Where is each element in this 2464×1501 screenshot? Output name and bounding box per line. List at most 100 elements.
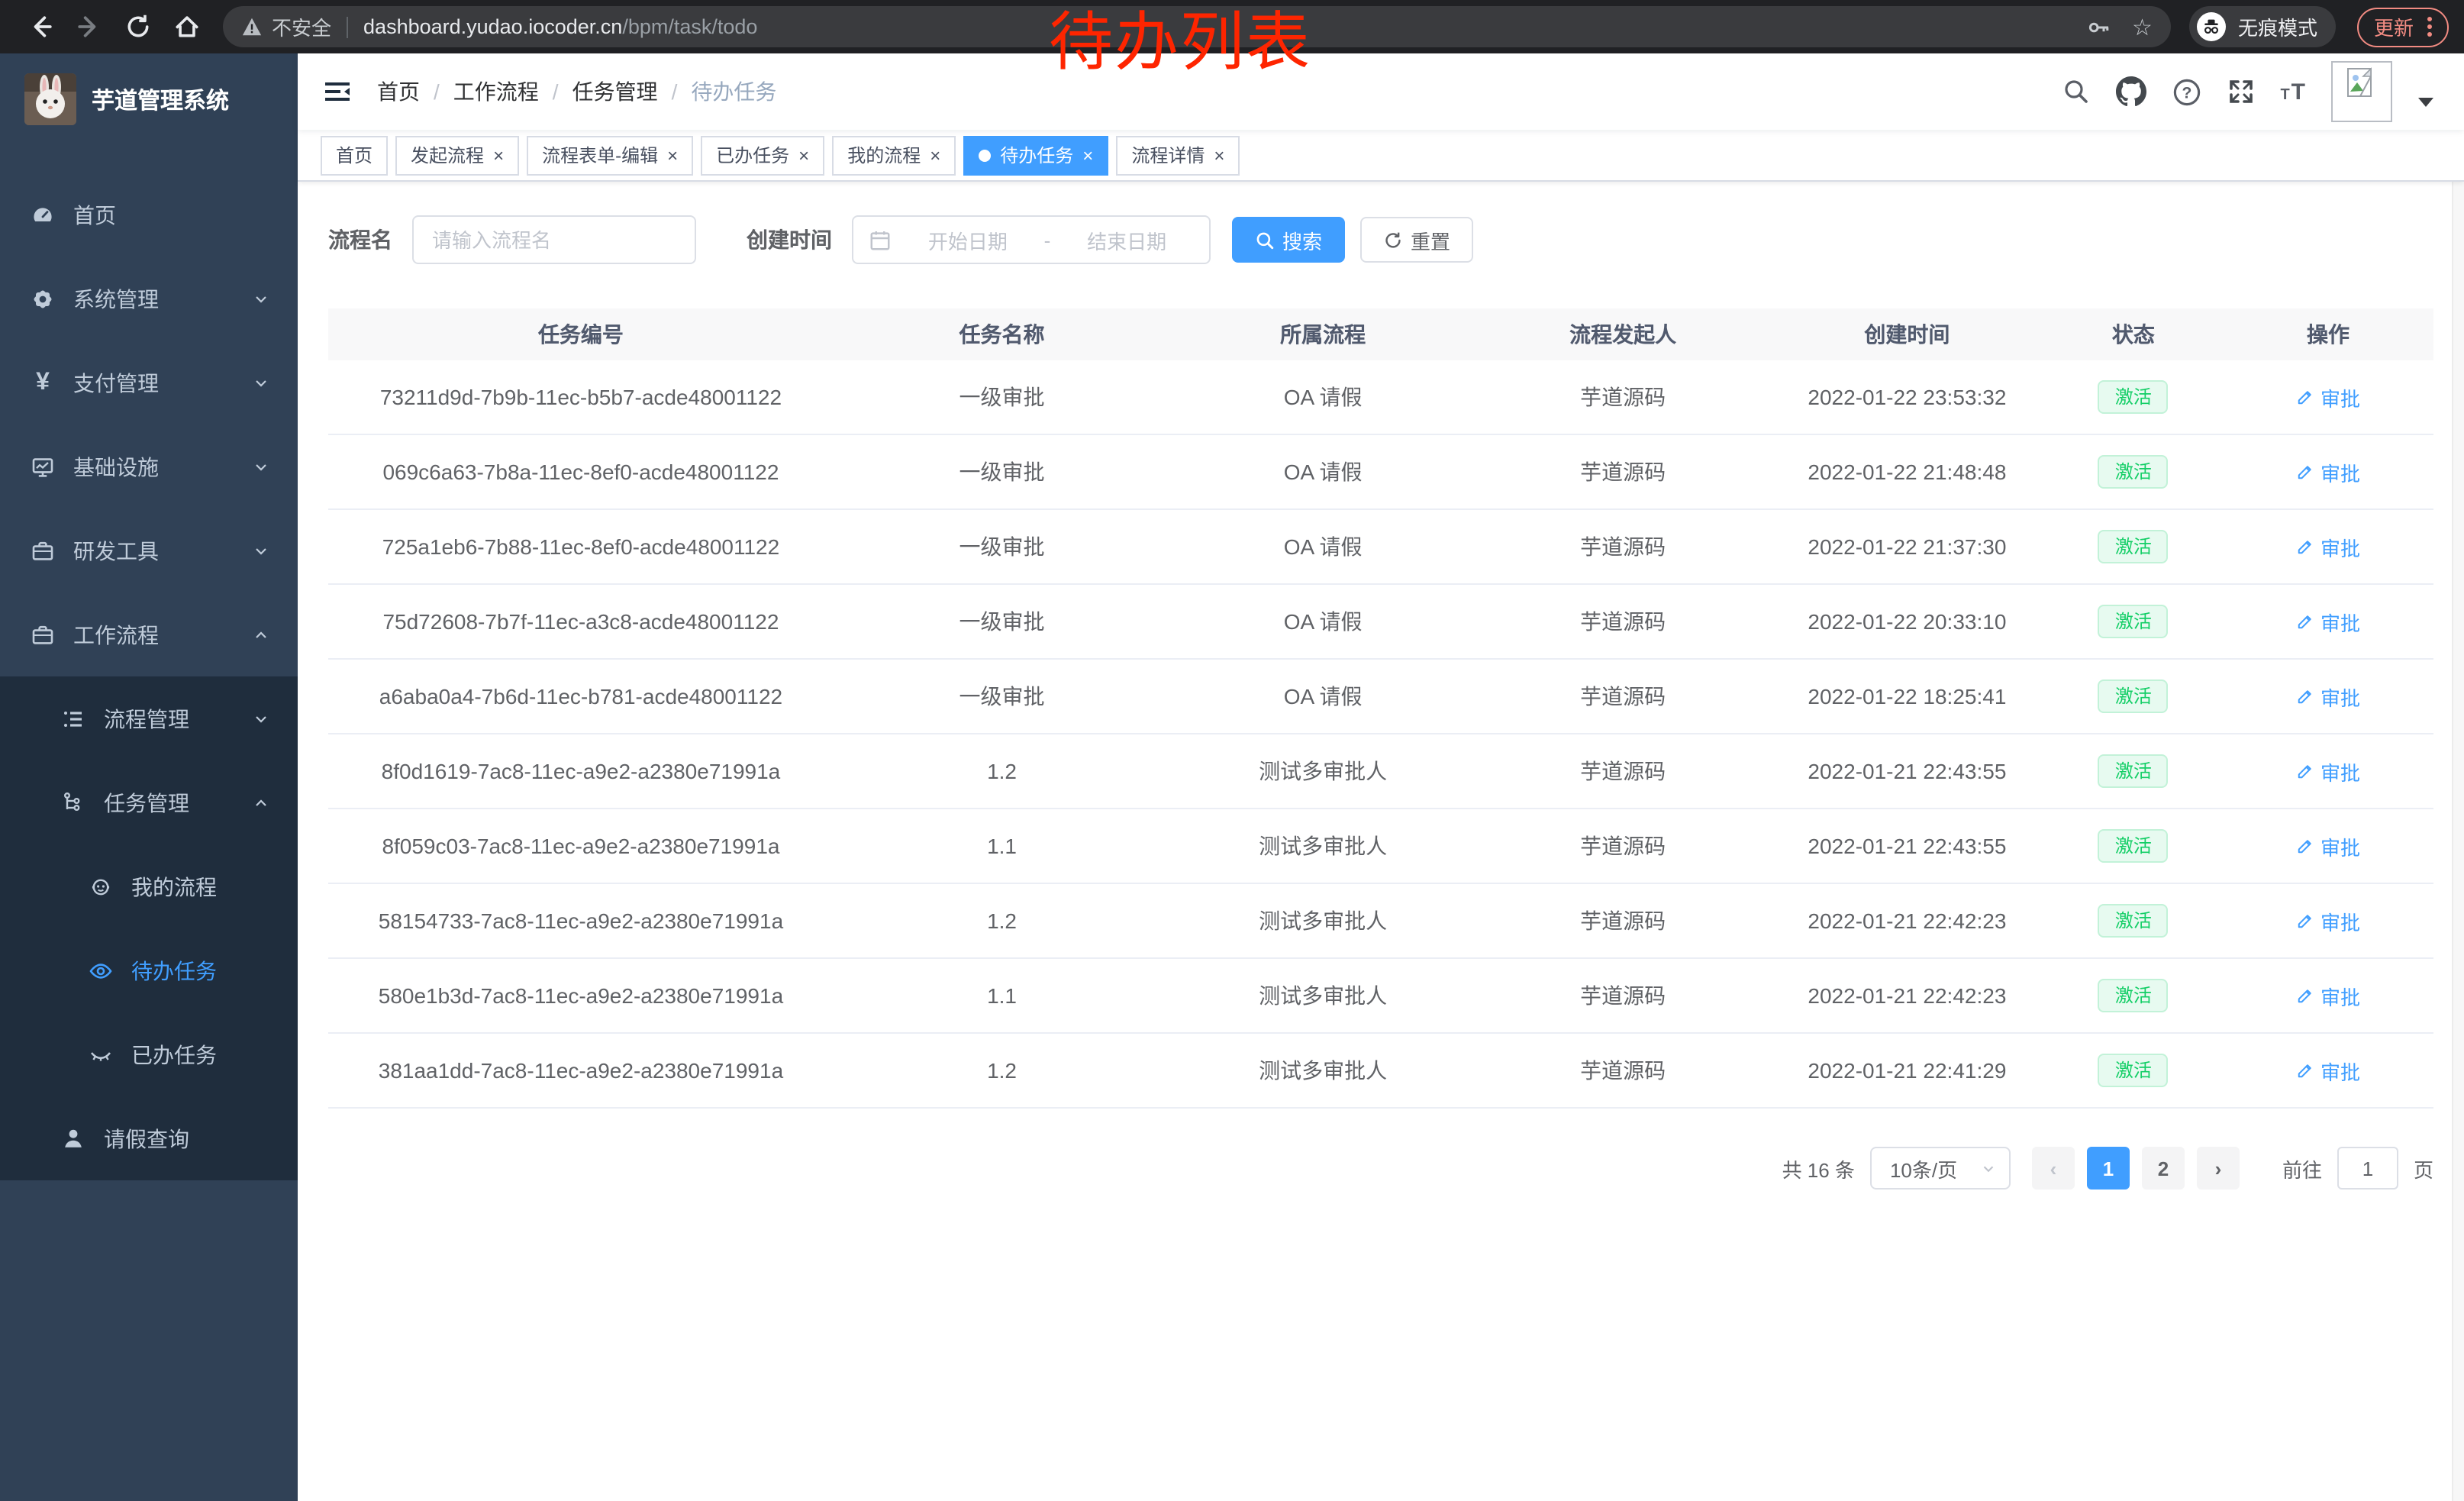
process-cell: OA 请假: [1170, 382, 1475, 412]
sidebar-item-task-mgmt[interactable]: 任务管理: [0, 760, 298, 844]
back-icon[interactable]: [24, 11, 55, 42]
scrollbar[interactable]: [2452, 53, 2464, 1501]
incognito-label: 无痕模式: [2238, 12, 2317, 41]
process-cell: 测试多审批人: [1170, 980, 1475, 1011]
key-icon[interactable]: [2086, 15, 2111, 39]
date-range-picker[interactable]: 开始日期 - 结束日期: [852, 215, 1211, 264]
update-button[interactable]: 更新: [2357, 7, 2449, 47]
help-icon[interactable]: ?: [2172, 77, 2201, 106]
sidebar-menu: 首页 系统管理 ¥ 支付管理: [0, 145, 298, 1180]
approve-link[interactable]: 审批: [2296, 682, 2360, 711]
tab[interactable]: 我的流程 ×: [832, 135, 956, 175]
breadcrumb-item[interactable]: 任务管理: [572, 76, 658, 107]
sidebar-item-payment[interactable]: ¥ 支付管理: [0, 341, 298, 424]
end-date-placeholder[interactable]: 结束日期: [1059, 225, 1194, 254]
fullscreen-icon[interactable]: [2227, 78, 2254, 105]
tab[interactable]: 已办任务 ×: [701, 135, 824, 175]
search-button[interactable]: 搜索: [1232, 217, 1345, 263]
task-name-cell: 1.2: [834, 1058, 1170, 1083]
approve-link[interactable]: 审批: [2296, 906, 2360, 935]
close-icon[interactable]: ×: [1082, 146, 1093, 164]
font-size-icon[interactable]: TT: [2280, 80, 2305, 103]
task-id-cell: 73211d9d-7b9b-11ec-b5b7-acde48001122: [328, 385, 834, 409]
create-time-cell: 2022-01-21 22:43:55: [1770, 759, 2044, 783]
approve-link[interactable]: 审批: [2296, 1056, 2360, 1085]
col-header: 所属流程: [1170, 319, 1475, 350]
page-button-2[interactable]: 2: [2142, 1147, 2185, 1190]
sidebar-toggle-icon[interactable]: [322, 76, 353, 107]
status-badge: 激活: [2098, 754, 2169, 789]
sidebar-item-leave-query[interactable]: 请假查询: [0, 1096, 298, 1180]
approve-link[interactable]: 审批: [2296, 383, 2360, 412]
sidebar-item-process-mgmt[interactable]: 流程管理: [0, 676, 298, 760]
action-cell: 审批: [2223, 682, 2433, 711]
incognito-icon: [2197, 12, 2226, 41]
close-icon[interactable]: ×: [798, 146, 809, 164]
process-cell: 测试多审批人: [1170, 756, 1475, 786]
close-icon[interactable]: ×: [930, 146, 940, 164]
more-menu-icon[interactable]: [2427, 17, 2432, 37]
sidebar-item-home[interactable]: 首页: [0, 173, 298, 257]
tab[interactable]: 流程表单-编辑 ×: [527, 135, 693, 175]
col-header: 操作: [2223, 319, 2433, 350]
starter-cell: 芋道源码: [1475, 382, 1770, 412]
sidebar-logo[interactable]: 芋道管理系统: [0, 53, 298, 145]
process-cell: 测试多审批人: [1170, 831, 1475, 861]
close-icon[interactable]: ×: [493, 146, 504, 164]
home-icon[interactable]: [171, 11, 202, 42]
prev-page-button[interactable]: ‹: [2032, 1147, 2075, 1190]
sidebar-item-todo-tasks[interactable]: 待办任务: [0, 928, 298, 1012]
tab[interactable]: 首页: [321, 135, 388, 175]
table-row: 069c6a63-7b8a-11ec-8ef0-acde48001122 一级审…: [328, 435, 2433, 510]
approve-link[interactable]: 审批: [2296, 831, 2360, 860]
sidebar-item-devtools[interactable]: 研发工具: [0, 508, 298, 592]
page-button-1[interactable]: 1: [2087, 1147, 2130, 1190]
approve-link[interactable]: 审批: [2296, 607, 2360, 636]
starter-cell: 芋道源码: [1475, 756, 1770, 786]
tab[interactable]: 流程详情 ×: [1116, 135, 1240, 175]
sidebar-item-system[interactable]: 系统管理: [0, 257, 298, 341]
caret-down-icon[interactable]: [2418, 98, 2433, 107]
update-label[interactable]: 更新: [2374, 12, 2414, 41]
approve-link[interactable]: 审批: [2296, 532, 2360, 561]
start-date-placeholder[interactable]: 开始日期: [901, 225, 1035, 254]
starter-cell: 芋道源码: [1475, 905, 1770, 936]
breadcrumb-item[interactable]: 首页: [377, 76, 420, 107]
action-cell: 审批: [2223, 981, 2433, 1010]
sidebar-item-done-tasks[interactable]: 已办任务: [0, 1012, 298, 1096]
table-row: 8f059c03-7ac8-11ec-a9e2-a2380e71991a 1.1…: [328, 809, 2433, 884]
process-cell: OA 请假: [1170, 606, 1475, 637]
tab[interactable]: 待办任务 ×: [963, 135, 1108, 175]
approve-link[interactable]: 审批: [2296, 981, 2360, 1010]
next-page-button[interactable]: ›: [2197, 1147, 2240, 1190]
reload-icon[interactable]: [122, 11, 153, 42]
chevron-down-icon: [252, 541, 270, 560]
search-icon[interactable]: [2062, 78, 2089, 105]
sidebar-item-infra[interactable]: 基础设施: [0, 424, 298, 508]
approve-link[interactable]: 审批: [2296, 757, 2360, 786]
github-icon[interactable]: [2115, 76, 2146, 107]
breadcrumb-item[interactable]: 工作流程: [453, 76, 539, 107]
status-badge: 激活: [2098, 979, 2169, 1013]
goto-page-input[interactable]: [2337, 1147, 2398, 1190]
url-path[interactable]: /bpm/task/todo: [622, 15, 757, 38]
sidebar-item-label: 基础设施: [73, 451, 159, 482]
url-host[interactable]: dashboard.yudao.iocoder.cn: [363, 15, 622, 38]
close-icon[interactable]: ×: [1214, 146, 1224, 164]
sidebar-item-label: 任务管理: [104, 787, 189, 818]
star-icon[interactable]: ☆: [2132, 13, 2153, 40]
process-name-input[interactable]: [412, 215, 696, 264]
monitor-icon: [31, 454, 55, 479]
tab[interactable]: 发起流程 ×: [395, 135, 519, 175]
security-label[interactable]: 不安全: [272, 12, 331, 41]
forward-icon[interactable]: [73, 11, 104, 42]
reset-button[interactable]: 重置: [1360, 217, 1473, 263]
page-size-select[interactable]: 10条/页: [1870, 1147, 2011, 1190]
status-badge: 激活: [2098, 455, 2169, 489]
close-icon[interactable]: ×: [667, 146, 678, 164]
sidebar-item-my-process[interactable]: 我的流程: [0, 844, 298, 928]
status-cell: 激活: [2044, 1054, 2223, 1088]
avatar[interactable]: [2331, 61, 2392, 122]
sidebar-item-workflow[interactable]: 工作流程: [0, 592, 298, 676]
approve-link[interactable]: 审批: [2296, 457, 2360, 486]
